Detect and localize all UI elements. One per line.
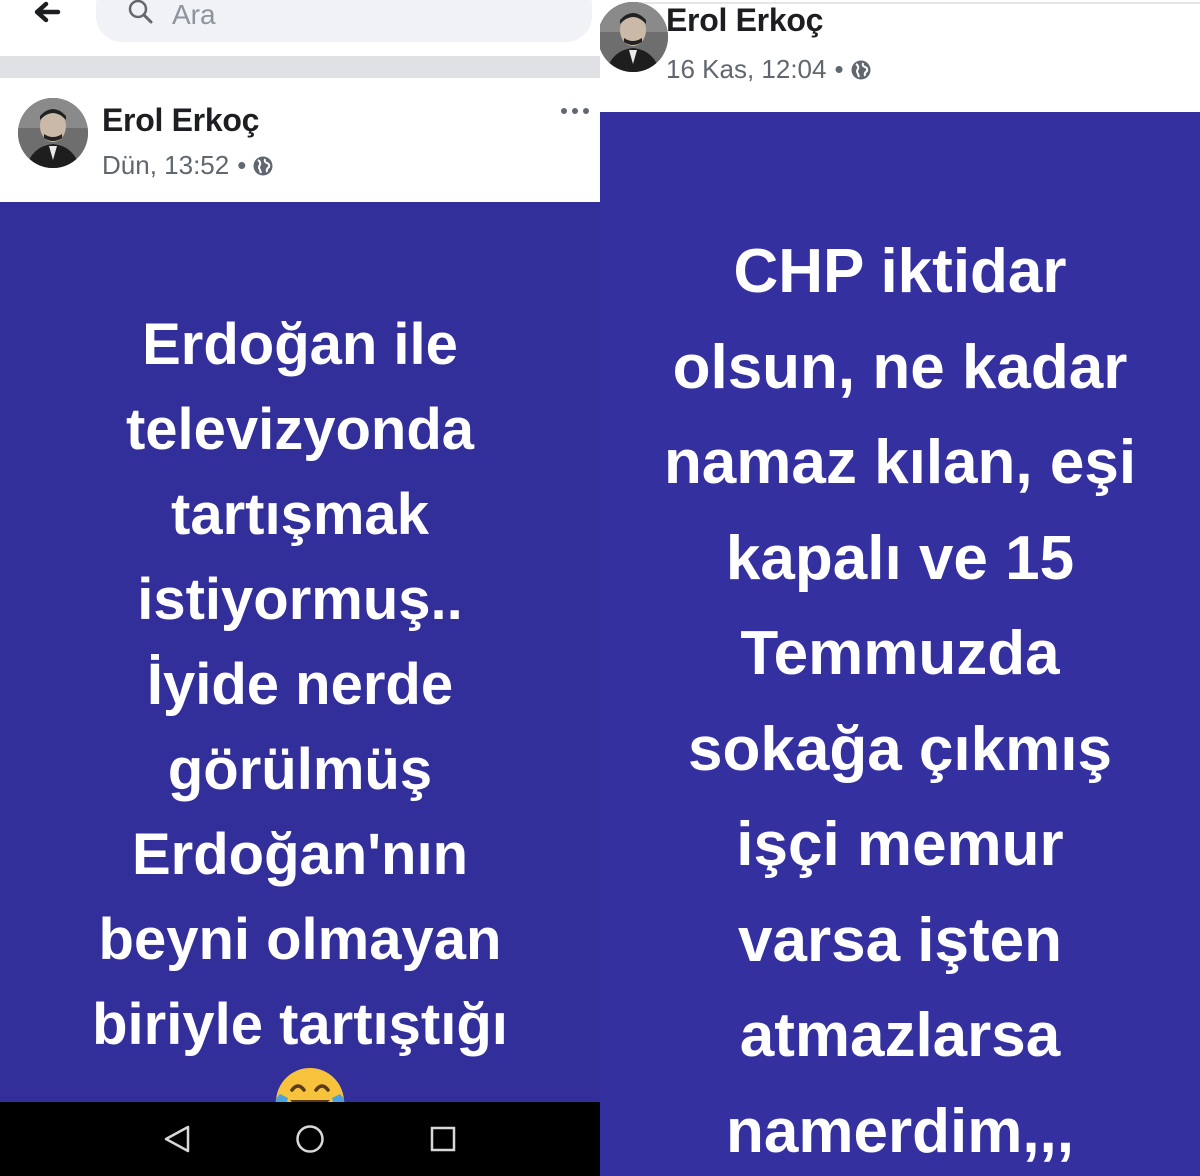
post-content: CHP iktidar olsun, ne kadar namaz kılan,…: [600, 112, 1200, 1176]
back-arrow-icon: [34, 1, 61, 23]
text-line: görülmüş: [167, 737, 433, 802]
search-icon: [128, 0, 153, 24]
text-line: televizyonda: [125, 397, 475, 462]
square-recents-icon: [430, 1126, 456, 1152]
profile-photo-icon: [18, 98, 88, 168]
triangle-back-icon: [164, 1125, 190, 1153]
post-timestamp[interactable]: Dün, 13:52: [102, 150, 229, 181]
text-line: biriyle tartıştığı: [92, 992, 508, 1057]
author-name[interactable]: Erol Erkoç: [102, 102, 259, 139]
post-meta: Dün, 13:52 •: [102, 150, 274, 181]
text-line: Temmuzda: [740, 619, 1060, 688]
circle-home-icon: [296, 1125, 324, 1153]
text-line: CHP iktidar: [733, 237, 1067, 306]
text-line: beyni olmayan: [98, 907, 502, 972]
back-button[interactable]: [22, 0, 72, 30]
text-line: atmazlarsa: [739, 1001, 1061, 1070]
text-line: İyide nerde: [146, 652, 454, 717]
post-content: Erdoğan ile televizyonda tartışmak istiy…: [0, 202, 600, 1120]
text-line: namaz kılan, eşi: [663, 428, 1137, 497]
post-header: Erol Erkoç Dün, 13:52 •: [0, 78, 600, 202]
text-line: varsa işten: [738, 905, 1062, 975]
more-options-button[interactable]: [558, 100, 592, 122]
nav-back-button[interactable]: [158, 1119, 198, 1159]
text-line: kapalı ve 15: [725, 523, 1075, 593]
meta-separator: •: [237, 150, 247, 180]
android-nav-bar: [0, 1102, 600, 1176]
text-line: namerdim,,,: [726, 1096, 1074, 1166]
text-line: tartışmak: [171, 482, 429, 547]
meta-separator: •: [834, 54, 844, 84]
text-line: Erdoğan'nın: [132, 822, 468, 887]
text-line: Erdoğan ile: [142, 312, 458, 377]
text-line: istiyormuş..: [137, 567, 463, 632]
search-bar[interactable]: [96, 0, 592, 42]
nav-home-button[interactable]: [290, 1119, 330, 1159]
avatar[interactable]: [600, 2, 668, 72]
nav-recents-button[interactable]: [423, 1119, 463, 1159]
more-dots-icon: [561, 108, 589, 114]
top-bar: [0, 0, 600, 56]
text-line: olsun, ne kadar: [672, 332, 1128, 402]
right-screenshot: Erol Erkoç 16 Kas, 12:04 • CHP iktidar o…: [600, 0, 1200, 1176]
post-text: CHP iktidar olsun, ne kadar namaz kılan,…: [600, 224, 1200, 1176]
globe-icon: [851, 60, 871, 79]
post-meta: 16 Kas, 12:04 •: [666, 54, 872, 85]
post-timestamp[interactable]: 16 Kas, 12:04: [666, 54, 826, 85]
avatar[interactable]: [18, 98, 88, 168]
text-line: işçi memur: [736, 810, 1064, 879]
post-header: Erol Erkoç 16 Kas, 12:04 •: [600, 0, 1200, 112]
author-name[interactable]: Erol Erkoç: [666, 2, 823, 39]
left-screenshot: Erol Erkoç Dün, 13:52 • Erdoğan ile tele…: [0, 0, 600, 1176]
globe-icon: [253, 156, 273, 175]
post-text: Erdoğan ile televizyonda tartışmak istiy…: [0, 302, 600, 1067]
profile-photo-icon: [600, 2, 668, 72]
search-input[interactable]: [172, 0, 552, 30]
text-line: sokağa çıkmış: [688, 714, 1112, 784]
feed-divider: [0, 56, 600, 78]
